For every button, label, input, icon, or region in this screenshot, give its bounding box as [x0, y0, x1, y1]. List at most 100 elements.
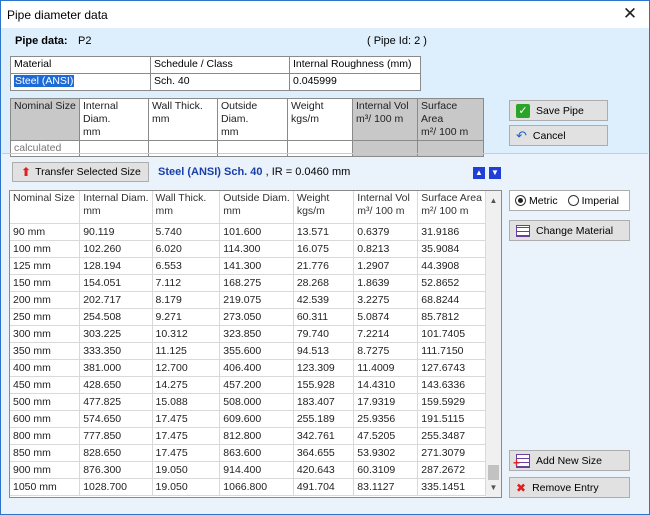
table-cell: 155.928	[293, 376, 355, 394]
scrollbar-thumb[interactable]	[488, 465, 499, 480]
table-cell: 90.119	[79, 223, 153, 241]
table-row[interactable]: 900 mm 876.300 19.050 914.400 420.643 60.3109…	[10, 461, 486, 479]
table-cell: 255.3487	[417, 427, 486, 445]
remove-entry-button[interactable]: ✖ Remove Entry	[509, 477, 630, 498]
table-row[interactable]: 850 mm 828.650 17.475 863.600 364.655 53.9302…	[10, 444, 486, 462]
scroll-up-arrow-icon[interactable]: ▲	[486, 193, 501, 208]
table-cell: 342.761	[293, 427, 355, 445]
cancel-button[interactable]: ↶ Cancel	[509, 125, 608, 146]
table-cell: 900 mm	[10, 461, 81, 479]
list-header-volume: Internal Vol m³/ 100 m	[353, 191, 419, 224]
table-cell: 191.5115	[417, 410, 486, 428]
table-cell: 812.800	[219, 427, 294, 445]
metric-option[interactable]: Metric	[515, 195, 558, 207]
table-cell: 52.8652	[417, 274, 486, 292]
table-cell: 850 mm	[10, 444, 81, 462]
table-row[interactable]: 350 mm 333.350 11.125 355.600 94.513 8.7275 11…	[10, 342, 486, 360]
table-cell: 914.400	[219, 461, 294, 479]
table-cell: 16.075	[293, 240, 355, 258]
table-row[interactable]: 1050 mm 1028.700 19.050 1066.800 491.704 83.1…	[10, 478, 486, 496]
table-cell: 428.650	[79, 376, 153, 394]
transfer-selected-size-button[interactable]: ⬆ Transfer Selected Size	[12, 162, 149, 182]
table-row[interactable]: 150 mm 154.051 7.112 168.275 28.268 1.8639 52.…	[10, 274, 486, 292]
table-cell: 364.655	[293, 444, 355, 462]
move-down-button[interactable]: ▼	[489, 167, 501, 179]
table-cell: 83.1127	[353, 478, 419, 496]
table-cell: 876.300	[79, 461, 153, 479]
remove-entry-label: Remove Entry	[532, 481, 599, 494]
vertical-scrollbar[interactable]: ▲ ▼	[486, 191, 501, 497]
internal-diam-field[interactable]	[79, 140, 149, 157]
table-cell: 127.6743	[417, 359, 486, 377]
table-row[interactable]: 450 mm 428.650 14.275 457.200 155.928 14.4310…	[10, 376, 486, 394]
table-cell: 13.571	[293, 223, 355, 241]
weight-field[interactable]	[287, 140, 353, 157]
schedule-cell[interactable]: Sch. 40	[150, 73, 290, 91]
material-value[interactable]: Steel (ANSI)	[14, 75, 75, 87]
table-cell: 111.7150	[417, 342, 486, 360]
nominal-size-field[interactable]: calculated	[10, 140, 80, 157]
wall-thick-field[interactable]	[148, 140, 218, 157]
pipe-data-label: Pipe data:	[15, 35, 68, 47]
table-cell: 7.112	[152, 274, 221, 292]
table-row[interactable]: 500 mm 477.825 15.088 508.000 183.407 17.9319…	[10, 393, 486, 411]
add-new-size-button[interactable]: Add New Size	[509, 450, 630, 471]
table-cell: 800 mm	[10, 427, 81, 445]
table-cell: 273.050	[219, 308, 294, 326]
table-row[interactable]: 800 mm 777.850 17.475 812.800 342.761 47.5205…	[10, 427, 486, 445]
imperial-label: Imperial	[581, 194, 619, 207]
table-cell: 159.5929	[417, 393, 486, 411]
table-cell: 28.268	[293, 274, 355, 292]
metric-label: Metric	[529, 194, 558, 207]
table-cell: 42.539	[293, 291, 355, 309]
size-header-nominal: Nominal Size	[10, 98, 80, 141]
pipe-data-value: P2	[78, 35, 92, 47]
table-cell: 15.088	[152, 393, 221, 411]
table-row[interactable]: 90 mm 90.119 5.740 101.600 13.571 0.6379 31.91…	[10, 223, 486, 241]
table-cell: 600 mm	[10, 410, 81, 428]
table-row[interactable]: 600 mm 574.650 17.475 609.600 255.189 25.9356…	[10, 410, 486, 428]
table-cell: 150 mm	[10, 274, 81, 292]
table-row[interactable]: 400 mm 381.000 12.700 406.400 123.309 11.4009…	[10, 359, 486, 377]
pipe-size-list[interactable]: Nominal Size Internal Diam. mm Wall Thick…	[9, 190, 502, 498]
close-icon[interactable]: ✕	[621, 4, 639, 24]
table-row[interactable]: 200 mm 202.717 8.179 219.075 42.539 3.2275 68.…	[10, 291, 486, 309]
table-cell: 477.825	[79, 393, 153, 411]
table-cell: 254.508	[79, 308, 153, 326]
scroll-down-arrow-icon[interactable]: ▼	[486, 480, 501, 495]
table-cell: 219.075	[219, 291, 294, 309]
table-cell: 19.050	[152, 461, 221, 479]
table-cell: 3.2275	[353, 291, 419, 309]
table-row[interactable]: 100 mm 102.260 6.020 114.300 16.075 0.8213 35.…	[10, 240, 486, 258]
size-header-internal: Internal Diam. mm	[79, 98, 149, 141]
table-cell: 10.312	[152, 325, 221, 343]
roughness-cell[interactable]: 0.045999	[289, 73, 421, 91]
table-cell: 8.7275	[353, 342, 419, 360]
table-cell: 90 mm	[10, 223, 81, 241]
table-cell: 79.740	[293, 325, 355, 343]
table-cell: 17.9319	[353, 393, 419, 411]
table-cell: 1.8639	[353, 274, 419, 292]
imperial-option[interactable]: Imperial	[567, 194, 619, 207]
imperial-radio[interactable]	[567, 195, 579, 206]
table-cell: 102.260	[79, 240, 153, 258]
roughness-header: Internal Roughness (mm)	[289, 56, 421, 74]
metric-radio[interactable]	[515, 195, 526, 206]
save-pipe-button[interactable]: ✓ Save Pipe	[509, 100, 608, 121]
table-cell: 17.475	[152, 410, 221, 428]
move-up-button[interactable]: ▲	[473, 167, 485, 179]
change-material-button[interactable]: Change Material	[509, 220, 630, 241]
table-cell: 381.000	[79, 359, 153, 377]
table-row[interactable]: 300 mm 303.225 10.312 323.850 79.740 7.2214 10…	[10, 325, 486, 343]
table-cell: 300 mm	[10, 325, 81, 343]
table-cell: 406.400	[219, 359, 294, 377]
table-cell: 1028.700	[79, 478, 153, 496]
table-row[interactable]: 125 mm 128.194 6.553 141.300 21.776 1.2907 44.…	[10, 257, 486, 275]
material-cell[interactable]: Steel (ANSI)	[10, 73, 151, 91]
table-row[interactable]: 250 mm 254.508 9.271 273.050 60.311 5.0874 85.…	[10, 308, 486, 326]
window-title: Pipe diameter data	[7, 8, 108, 22]
change-material-label: Change Material	[536, 224, 614, 237]
check-icon: ✓	[516, 103, 530, 118]
outside-diam-field[interactable]	[217, 140, 288, 157]
table-cell: 143.6336	[417, 376, 486, 394]
